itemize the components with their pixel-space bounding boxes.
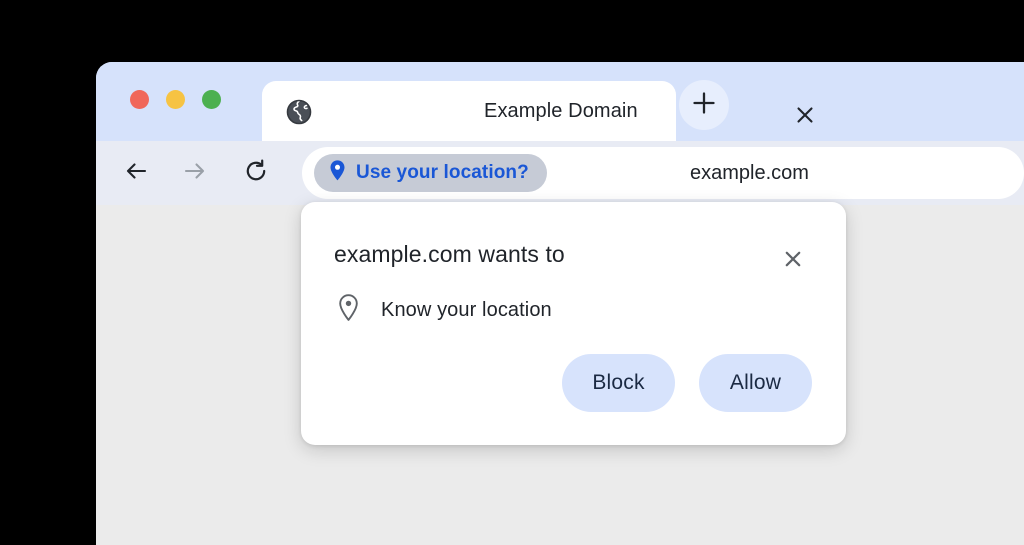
- close-window-button[interactable]: [130, 90, 149, 109]
- dialog-actions: Block Allow: [562, 354, 812, 412]
- plus-icon: [691, 90, 717, 121]
- address-bar-url: example.com: [690, 161, 809, 184]
- location-permission-chip[interactable]: Use your location?: [314, 154, 547, 192]
- screen: Example Domain Use your location? exampl…: [0, 0, 1024, 545]
- dialog-title: example.com wants to: [334, 241, 565, 267]
- globe-icon: [286, 99, 312, 125]
- arrow-left-icon: [122, 157, 150, 190]
- browser-toolbar: Use your location? example.com: [96, 141, 1024, 205]
- allow-button[interactable]: Allow: [699, 354, 812, 412]
- tab-strip: Example Domain: [96, 62, 1024, 141]
- address-bar[interactable]: Use your location? example.com: [302, 147, 1024, 199]
- reload-icon: [242, 157, 270, 190]
- close-icon[interactable]: [778, 244, 808, 274]
- window-controls: [130, 90, 221, 109]
- tab-example-domain[interactable]: Example Domain: [262, 81, 813, 141]
- location-chip-label: Use your location?: [356, 162, 529, 183]
- location-pin-outline-icon: [336, 293, 361, 328]
- permission-row: Know your location: [336, 293, 552, 328]
- reload-button[interactable]: [238, 155, 274, 191]
- close-icon[interactable]: [790, 100, 820, 130]
- tab-title: Example Domain: [484, 99, 638, 122]
- zoom-window-button[interactable]: [202, 90, 221, 109]
- permission-label: Know your location: [381, 299, 552, 321]
- forward-button[interactable]: [177, 155, 213, 191]
- back-button[interactable]: [118, 155, 154, 191]
- block-button[interactable]: Block: [562, 354, 675, 412]
- minimize-window-button[interactable]: [166, 90, 185, 109]
- location-permission-dialog: example.com wants to Know your location …: [301, 202, 846, 445]
- new-tab-button[interactable]: [679, 80, 729, 130]
- location-pin-filled-icon: [328, 159, 347, 187]
- arrow-right-icon: [181, 157, 209, 190]
